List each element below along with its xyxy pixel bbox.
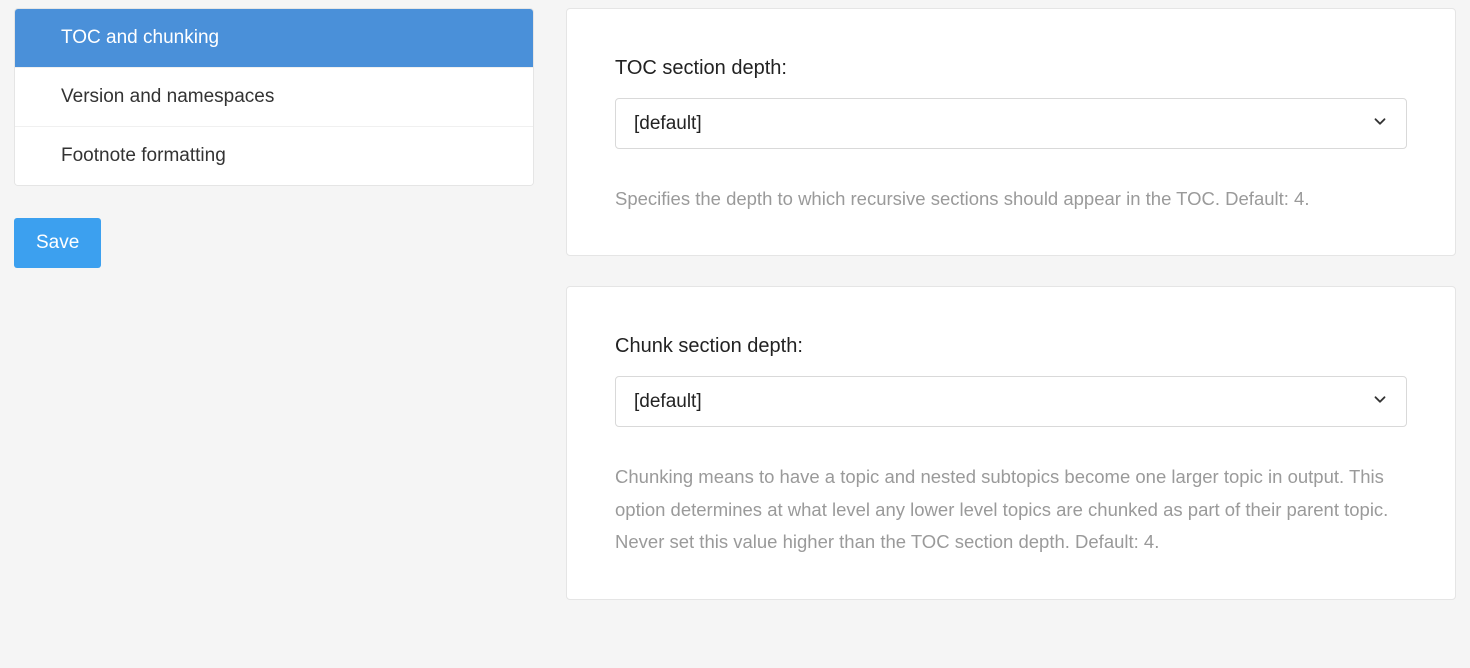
help-text: Chunking means to have a topic and neste… xyxy=(615,461,1407,558)
field-label: Chunk section depth: xyxy=(615,335,1407,358)
card-chunk-section-depth: Chunk section depth: [default] Chunking … xyxy=(566,286,1456,599)
help-text: Specifies the depth to which recursive s… xyxy=(615,183,1407,215)
card-toc-section-depth: TOC section depth: [default] Specifies t… xyxy=(566,8,1456,256)
nav-item-footnote-formatting[interactable]: Footnote formatting xyxy=(15,126,533,185)
nav-item-label: Version and namespaces xyxy=(61,86,274,107)
save-button[interactable]: Save xyxy=(14,218,101,268)
settings-nav: TOC and chunking Version and namespaces … xyxy=(14,8,534,186)
field-label: TOC section depth: xyxy=(615,57,1407,80)
toc-section-depth-select[interactable]: [default] xyxy=(615,98,1407,149)
nav-item-toc-chunking[interactable]: TOC and chunking xyxy=(15,9,533,67)
nav-item-label: TOC and chunking xyxy=(61,27,219,48)
nav-item-version-namespaces[interactable]: Version and namespaces xyxy=(15,67,533,126)
chunk-section-depth-select[interactable]: [default] xyxy=(615,376,1407,427)
nav-item-label: Footnote formatting xyxy=(61,145,226,166)
